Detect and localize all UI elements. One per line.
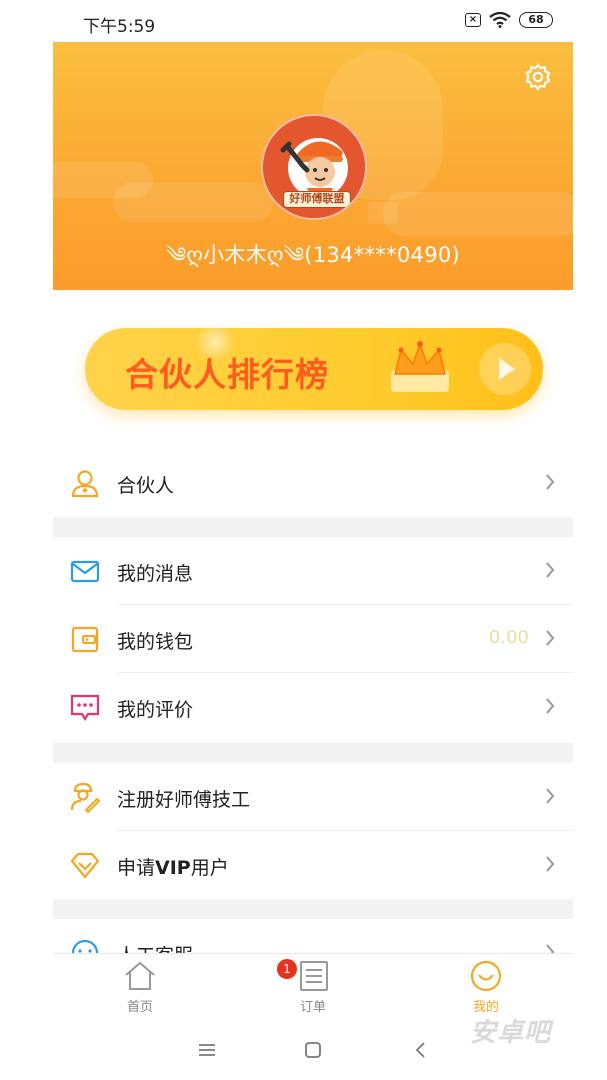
wifi-icon: [489, 12, 511, 28]
section-gap: [53, 743, 573, 763]
username: ༄ღ小木木ღ༄(134****0490): [165, 243, 461, 267]
tab-orders[interactable]: 订单 1: [273, 959, 353, 1018]
diamond-icon: [70, 852, 100, 879]
status-icons: × 68: [465, 12, 553, 28]
menu-label-reviews: 我的评价: [117, 699, 194, 721]
banner-arrow: [479, 343, 531, 395]
section-gap: [53, 517, 573, 537]
order-list-icon: [300, 961, 328, 991]
avatar-badge: 好师傅联盟: [283, 191, 351, 208]
menu-label-wallet: 我的钱包: [117, 631, 194, 653]
ranking-banner[interactable]: 合伙人排行榜: [85, 322, 543, 410]
tab-home[interactable]: 首页: [100, 960, 180, 1018]
back-icon[interactable]: [409, 1039, 433, 1061]
person-icon: [71, 470, 99, 498]
cloud-decoration: [113, 182, 273, 222]
gear-icon[interactable]: [523, 62, 553, 92]
play-arrow-icon: [499, 358, 515, 380]
menu-item-register-worker[interactable]: 注册好师傅技工: [53, 763, 573, 831]
wallet-balance: 0.00: [488, 627, 529, 648]
menu-item-vip[interactable]: 申请VIP用户: [53, 831, 573, 899]
menu-label-vip: 申请VIP用户: [117, 857, 229, 879]
chevron-right-icon: [546, 630, 555, 646]
menu-label-register-worker: 注册好师傅技工: [117, 789, 251, 811]
chat-bubble-icon: [70, 694, 100, 722]
cloud-decoration: [383, 192, 573, 236]
profile-header: 好师傅联盟 ༄ღ小木木ღ༄(134****0490): [53, 42, 573, 290]
orders-badge: 1: [277, 959, 297, 979]
watermark: 安卓吧: [470, 1018, 552, 1048]
tab-label-home: 首页: [126, 1000, 153, 1015]
menu-item-wallet[interactable]: 我的钱包 0.00: [53, 605, 573, 673]
menu-item-messages[interactable]: 我的消息: [53, 537, 573, 605]
status-bar: 下午5:59 × 68: [53, 0, 573, 42]
bottom-tab-bar: 首页 订单 1 我的: [53, 953, 573, 1019]
status-time: 下午5:59: [83, 17, 156, 37]
menu-item-reviews[interactable]: 我的评价: [53, 673, 573, 741]
worker-icon: [70, 782, 101, 813]
tab-label-orders: 订单: [299, 1000, 326, 1015]
banner-title: 合伙人排行榜: [125, 355, 329, 394]
home-icon: [125, 961, 155, 990]
wallet-icon: [71, 626, 99, 653]
home-square-icon[interactable]: [301, 1039, 325, 1061]
battery-icon: 68: [519, 12, 553, 28]
chevron-right-icon: [546, 788, 555, 804]
tab-mine[interactable]: 我的: [446, 960, 526, 1018]
smile-icon: [470, 960, 502, 992]
no-sim-icon: ×: [465, 13, 481, 27]
chevron-right-icon: [546, 562, 555, 578]
chevron-right-icon: [546, 474, 555, 490]
menu-label-messages: 我的消息: [117, 563, 194, 585]
envelope-icon: [70, 560, 100, 583]
app-screen: 下午5:59 × 68 好师傅联盟 ༄ღ小木木ღ༄(134****0490) 合…: [53, 0, 573, 1080]
chevron-right-icon: [546, 698, 555, 714]
avatar[interactable]: 好师傅联盟: [261, 114, 367, 220]
crown-icon: [391, 341, 449, 392]
menu-item-partner[interactable]: 合伙人: [53, 449, 573, 517]
section-gap: [53, 899, 573, 919]
menu-icon[interactable]: [195, 1039, 219, 1061]
chevron-right-icon: [546, 856, 555, 872]
menu-label-partner: 合伙人: [117, 475, 175, 497]
